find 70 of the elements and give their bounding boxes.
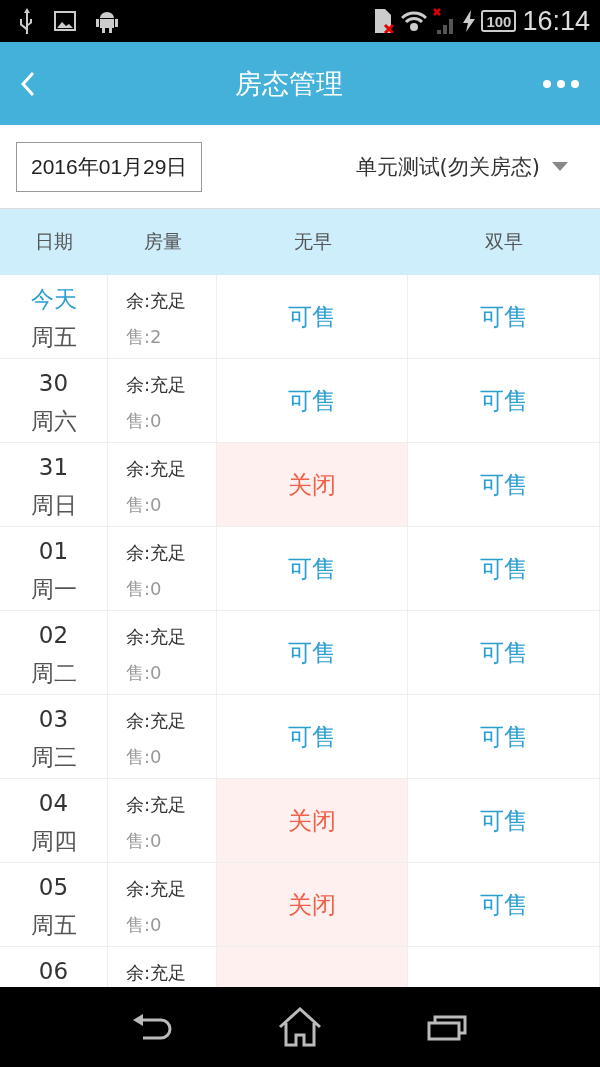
remaining-text: 余:充足 xyxy=(126,457,188,481)
caret-icon xyxy=(552,162,568,171)
sold-count: 售:0 xyxy=(126,661,163,685)
status-cell[interactable]: 可售 xyxy=(408,695,600,779)
date-label: 今天 xyxy=(30,285,77,314)
status-cell[interactable]: 可售 xyxy=(408,527,600,611)
page-title: 房态管理 xyxy=(235,66,343,101)
date-field[interactable]: 2016年01月29日 xyxy=(16,141,203,192)
column-header: 房量 xyxy=(108,209,217,275)
status-cell[interactable]: 关闭 xyxy=(217,443,408,527)
remaining-text: 余:充足 xyxy=(126,625,188,649)
usb-icon xyxy=(20,8,34,34)
date-label: 04 xyxy=(38,789,69,818)
home-button[interactable] xyxy=(278,1007,322,1047)
status-cell[interactable]: 关闭 xyxy=(217,779,408,863)
status-cell[interactable]: 可售 xyxy=(408,611,600,695)
status-cell[interactable]: 可售 xyxy=(408,863,600,947)
room-type-dropdown[interactable]: 单元测试(勿关房态) xyxy=(355,152,568,181)
weekday-label: 周二 xyxy=(30,659,77,688)
sold-count: 售:0 xyxy=(126,577,163,601)
weekday-label: 周四 xyxy=(30,827,77,856)
weekday-label: 周三 xyxy=(30,743,77,772)
date-label: 05 xyxy=(38,873,69,902)
battery-icon: 100 xyxy=(481,10,517,32)
status-cell[interactable]: 可售 xyxy=(217,359,408,443)
date-label: 01 xyxy=(38,537,69,566)
image-icon xyxy=(54,11,76,31)
sold-count: 售:0 xyxy=(126,409,163,433)
remaining-text: 余:充足 xyxy=(126,373,188,397)
status-cell[interactable]: 可售 xyxy=(408,443,600,527)
clock: 16:14 xyxy=(522,5,590,37)
weekday-label: 周日 xyxy=(30,491,77,520)
date-label: 06 xyxy=(38,957,69,986)
recent-apps-button[interactable] xyxy=(427,1013,468,1041)
sold-count: 售:2 xyxy=(126,325,163,349)
remaining-text: 余:充足 xyxy=(126,877,188,901)
more-button[interactable] xyxy=(542,78,580,89)
status-cell[interactable]: 可售 xyxy=(408,779,600,863)
date-label: 02 xyxy=(38,621,69,650)
status-cell[interactable]: 可售 xyxy=(217,275,408,359)
sold-count: 售:0 xyxy=(126,913,163,937)
status-cell[interactable]: 可售 xyxy=(217,527,408,611)
remaining-text: 余:充足 xyxy=(126,793,188,817)
sold-count: 售:0 xyxy=(126,493,163,517)
remaining-text: 余:充足 xyxy=(126,709,188,733)
remaining-text: 余:充足 xyxy=(126,961,188,985)
wifi-icon xyxy=(401,10,428,32)
column-header: 日期 xyxy=(0,209,108,275)
date-label: 30 xyxy=(38,369,69,398)
column-header: 双早 xyxy=(408,209,600,275)
remaining-text: 余:充足 xyxy=(126,541,188,565)
weekday-label: 周五 xyxy=(30,911,77,940)
sim-card-icon xyxy=(375,9,396,33)
sold-count: 售:0 xyxy=(126,745,163,769)
column-header: 无早 xyxy=(217,209,408,275)
status-cell[interactable]: 关闭 xyxy=(217,863,408,947)
weekday-label: 周一 xyxy=(30,575,77,604)
weekday-label: 周五 xyxy=(30,323,77,352)
date-label: 03 xyxy=(38,705,69,734)
sold-count: 售:0 xyxy=(126,829,163,853)
date-label: 31 xyxy=(38,453,69,482)
back-button[interactable] xyxy=(132,1013,173,1041)
charging-icon xyxy=(463,10,476,32)
status-cell[interactable]: 可售 xyxy=(217,611,408,695)
status-cell[interactable]: 可售 xyxy=(217,695,408,779)
status-cell[interactable]: 可售 xyxy=(408,275,600,359)
status-cell[interactable]: 可售 xyxy=(408,359,600,443)
weekday-label: 周六 xyxy=(30,407,77,436)
remaining-text: 余:充足 xyxy=(126,289,188,313)
android-icon xyxy=(96,9,118,33)
